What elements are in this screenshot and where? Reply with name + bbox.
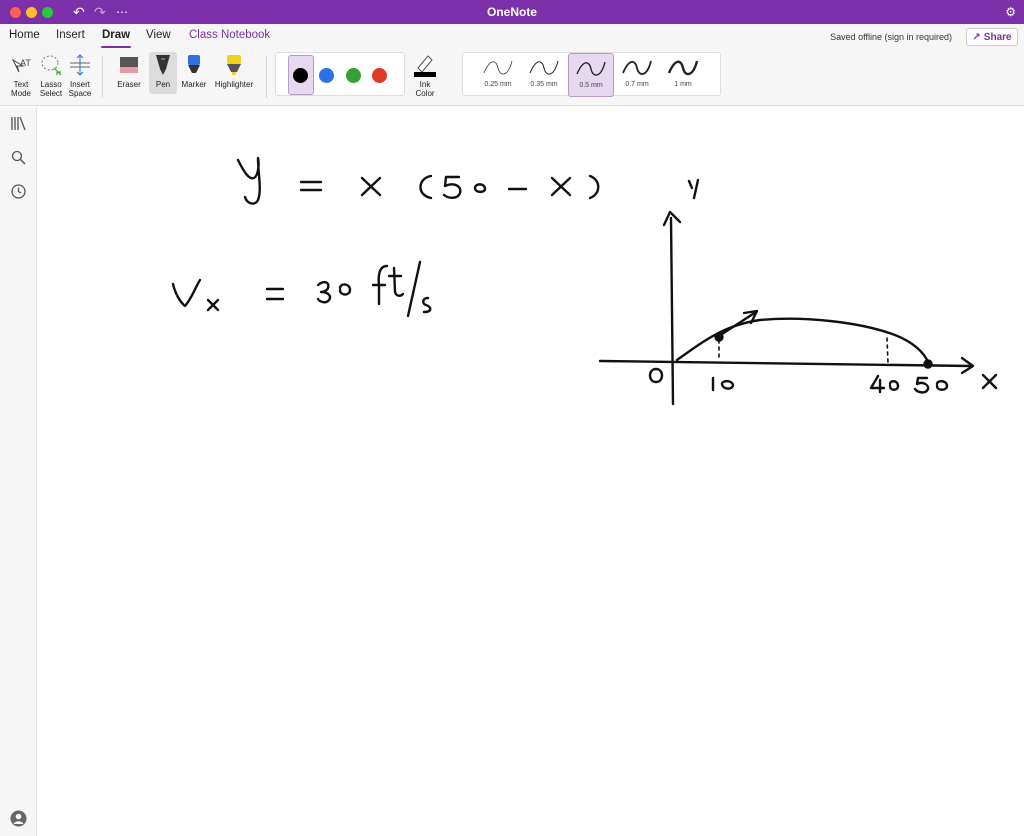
equation-velocity bbox=[171, 260, 432, 318]
tab-view[interactable]: View bbox=[146, 29, 171, 41]
page-canvas[interactable] bbox=[38, 107, 1024, 836]
sync-status: Saved offline (sign in required) bbox=[830, 32, 952, 42]
eraser-icon bbox=[116, 52, 142, 78]
ink-color-button[interactable]: Ink Color bbox=[406, 52, 444, 98]
tick-label-40 bbox=[869, 374, 900, 394]
equation-trajectory bbox=[236, 156, 600, 205]
insert-space-label-2: Space bbox=[68, 89, 92, 98]
color-green[interactable] bbox=[346, 68, 361, 83]
lasso-icon bbox=[38, 52, 64, 78]
lasso-label-1: Lasso bbox=[40, 80, 62, 89]
notebooks-icon[interactable] bbox=[10, 115, 27, 132]
dashed-guides bbox=[718, 337, 889, 364]
eraser-label: Eraser bbox=[117, 80, 141, 89]
thickness-label: 1 mm bbox=[674, 81, 692, 88]
trajectory-curve bbox=[675, 317, 931, 366]
text-mode-label-2: Mode bbox=[10, 89, 31, 98]
share-button[interactable]: ↗ Share bbox=[966, 28, 1018, 46]
share-label: Share bbox=[983, 31, 1012, 43]
feedback-icon[interactable]: ⚙ bbox=[1005, 3, 1016, 21]
account-icon[interactable] bbox=[10, 810, 27, 827]
text-mode-icon: AT bbox=[8, 52, 34, 78]
tab-draw[interactable]: Draw bbox=[100, 29, 132, 48]
left-navigation bbox=[0, 107, 37, 836]
search-icon[interactable] bbox=[10, 149, 27, 166]
recent-icon[interactable] bbox=[10, 183, 27, 200]
tick-label-50 bbox=[913, 376, 949, 394]
origin-label bbox=[648, 367, 664, 384]
color-blue[interactable] bbox=[319, 68, 334, 83]
draw-ribbon: AT Text Mode Lasso Select Insert Space E… bbox=[0, 48, 1024, 106]
thickness-035[interactable]: 0.35 mm bbox=[521, 53, 567, 97]
thickness-label: 0.7 mm bbox=[625, 81, 649, 88]
marker-button[interactable]: Marker bbox=[179, 52, 209, 89]
ribbon-tabs: Home Insert Draw View Class Notebook Sav… bbox=[0, 24, 1024, 48]
insert-space-button[interactable]: Insert Space bbox=[66, 52, 94, 98]
insert-space-label-1: Insert bbox=[69, 80, 90, 89]
thickness-label: 0.25 mm bbox=[484, 81, 512, 88]
text-mode-button[interactable]: AT Text Mode bbox=[6, 52, 36, 98]
pen-thickness-gallery: 0.25 mm 0.35 mm 0.5 mm 0.7 mm 1 mm bbox=[462, 52, 721, 97]
marker-icon bbox=[181, 52, 207, 78]
marker-label: Marker bbox=[181, 80, 207, 89]
handwritten-ink bbox=[171, 156, 998, 406]
pen-button[interactable]: Pen bbox=[149, 52, 177, 94]
tick-label-10 bbox=[711, 376, 735, 392]
thickness-025[interactable]: 0.25 mm bbox=[475, 53, 521, 97]
graph-axes bbox=[598, 210, 975, 406]
ribbon-divider bbox=[102, 56, 103, 98]
share-icon: ↗ bbox=[972, 31, 981, 43]
text-mode-label-1: Text bbox=[13, 80, 29, 89]
thickness-07[interactable]: 0.7 mm bbox=[614, 53, 660, 97]
ink-color-label-1: Ink bbox=[419, 80, 431, 89]
highlighter-button[interactable]: Highlighter bbox=[211, 52, 257, 89]
axis-label-y bbox=[687, 178, 700, 200]
color-black[interactable] bbox=[293, 68, 308, 83]
thickness-label: 0.35 mm bbox=[530, 81, 558, 88]
lasso-label-2: Select bbox=[39, 89, 63, 98]
thickness-label: 0.5 mm bbox=[579, 82, 603, 89]
pen-color-gallery bbox=[275, 52, 405, 96]
color-red[interactable] bbox=[372, 68, 387, 83]
thickness-1[interactable]: 1 mm bbox=[660, 53, 706, 97]
pen-label: Pen bbox=[155, 80, 171, 89]
thickness-05[interactable]: 0.5 mm bbox=[568, 53, 614, 97]
ribbon-divider bbox=[266, 56, 267, 98]
ink-color-label-2: Color bbox=[415, 89, 435, 98]
svg-text:AT: AT bbox=[20, 58, 31, 68]
title-bar: ↶ ↷ ⋯ OneNote ⚙ bbox=[0, 0, 1024, 24]
app-title: OneNote bbox=[486, 5, 537, 19]
insert-space-icon bbox=[67, 52, 93, 78]
eraser-button[interactable]: Eraser bbox=[110, 52, 148, 89]
tab-insert[interactable]: Insert bbox=[56, 29, 85, 41]
highlighter-label: Highlighter bbox=[214, 80, 254, 89]
pen-icon bbox=[150, 52, 176, 78]
axis-label-x bbox=[981, 373, 998, 390]
ink-color-icon bbox=[412, 52, 438, 78]
highlighter-icon bbox=[221, 52, 247, 78]
lasso-select-button[interactable]: Lasso Select bbox=[37, 52, 65, 98]
tab-home[interactable]: Home bbox=[9, 29, 40, 41]
tab-class-notebook[interactable]: Class Notebook bbox=[189, 29, 270, 41]
